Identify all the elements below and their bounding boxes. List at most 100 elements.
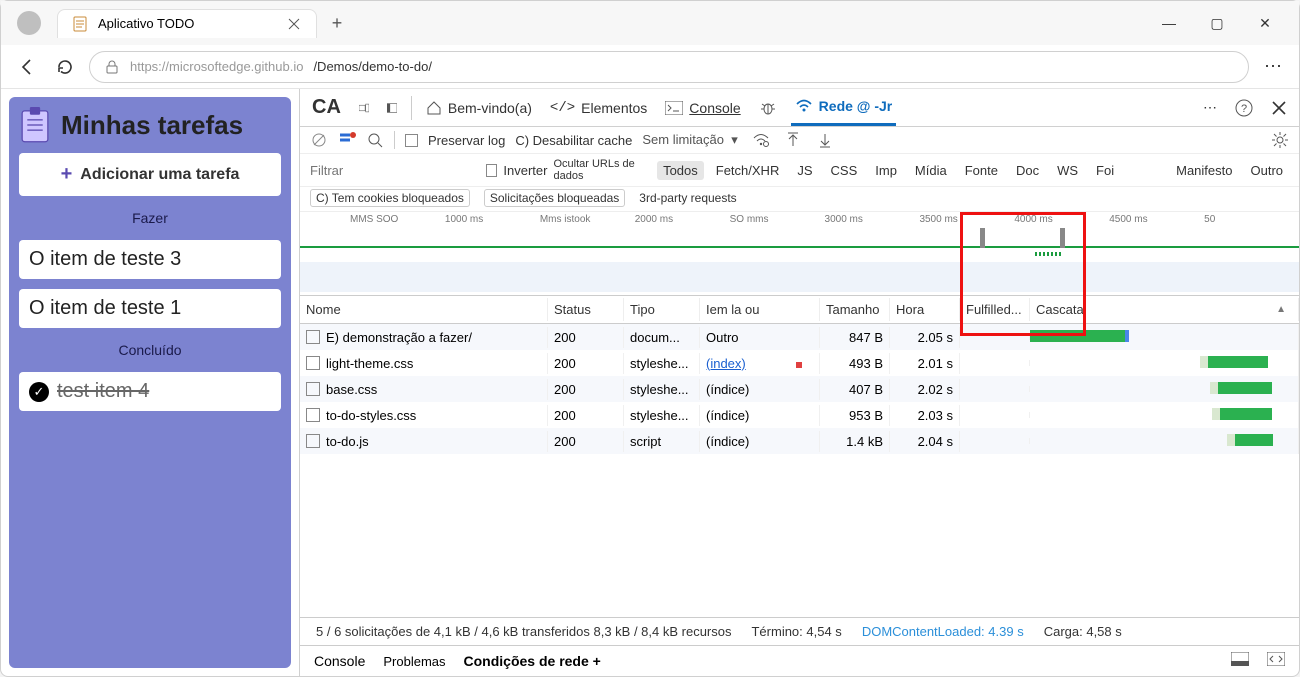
tab-elements[interactable]: </> Elementos	[546, 89, 651, 126]
filter-type-other[interactable]: Outro	[1244, 161, 1289, 180]
status-finish: Término: 4,54 s	[751, 624, 841, 639]
tab-welcome[interactable]: Bem-vindo(a)	[422, 89, 536, 126]
filter-input[interactable]	[310, 161, 480, 180]
table-row[interactable]: to-do-styles.css200styleshe...(índice)95…	[300, 402, 1299, 428]
profile-avatar[interactable]	[17, 11, 41, 35]
add-task-label: Adicionar uma tarefa	[80, 166, 239, 184]
status-dcl: DOMContentLoaded: 4.39 s	[862, 624, 1024, 639]
drawer-dock-icon[interactable]	[1231, 652, 1249, 670]
devtools-panel: CA Bem-vindo(a) </> Elementos Console	[299, 89, 1299, 676]
hide-dataurls-label[interactable]: Ocultar URLs de dados	[553, 158, 651, 182]
status-summary: 5 / 6 solicitações de 4,1 kB / 4,6 kB tr…	[316, 624, 731, 639]
tab-title: Aplicativo TODO	[98, 16, 194, 31]
tab-network[interactable]: Rede @ -Jr	[791, 89, 897, 126]
col-status[interactable]: Status	[548, 298, 624, 321]
devtools-close-button[interactable]	[1267, 89, 1291, 126]
devtools-tabbar: CA Bem-vindo(a) </> Elementos Console	[300, 89, 1299, 127]
status-load: Carga: 4,58 s	[1044, 624, 1122, 639]
network-settings-icon[interactable]	[1271, 131, 1289, 149]
tab-favicon-icon	[72, 16, 88, 32]
filter-type-xhr[interactable]: Fetch/XHR	[710, 161, 786, 180]
col-fulfilled[interactable]: Fulfilled...	[960, 298, 1030, 321]
address-bar: https://microsoftedge.github.io/Demos/de…	[1, 45, 1299, 89]
inspect-mode[interactable]: CA	[308, 89, 345, 126]
drawer-tab-netconditions[interactable]: Condições de rede +	[464, 653, 601, 669]
tab-debugger-icon[interactable]	[755, 89, 781, 126]
url-host: https://microsoftedge.github.io	[130, 59, 303, 74]
network-extra-filterbar: C) Tem cookies bloqueados Solicitações b…	[300, 187, 1299, 212]
lock-icon	[104, 59, 120, 75]
filter-type-media[interactable]: Mídia	[909, 161, 953, 180]
filter-type-doc[interactable]: Doc	[1010, 161, 1045, 180]
search-icon[interactable]	[366, 131, 384, 149]
close-tab-icon[interactable]	[286, 16, 302, 32]
window-close-button[interactable]: ✕	[1251, 15, 1279, 32]
preserve-log-label: Preservar log	[428, 133, 505, 148]
devtools-more-button[interactable]: ⋯	[1199, 89, 1221, 126]
browser-menu-button[interactable]: ⋯	[1259, 56, 1287, 77]
drawer-tab-console[interactable]: Console	[314, 653, 365, 669]
file-icon	[306, 356, 320, 370]
back-button[interactable]	[13, 53, 41, 81]
filter-type-font[interactable]: Fonte	[959, 161, 1004, 180]
col-waterfall[interactable]: Cascata▲	[1030, 298, 1299, 321]
throttle-select[interactable]: Sem limitação ▾	[642, 132, 737, 148]
preserve-log-checkbox[interactable]	[405, 134, 418, 147]
network-overview[interactable]: MMS SOO1000 msMms istook2000 msSO mms300…	[300, 212, 1299, 296]
window-maximize-button[interactable]: ▢	[1203, 15, 1231, 32]
todo-heading: Fazer	[19, 206, 281, 230]
table-row[interactable]: to-do.js200script(índice)1.4 kB2.04 s	[300, 428, 1299, 454]
table-row[interactable]: light-theme.css200styleshe...(index)493 …	[300, 350, 1299, 376]
devtools-drawer: Console Problemas Condições de rede +	[300, 645, 1299, 676]
col-time[interactable]: Hora	[890, 298, 960, 321]
col-size[interactable]: Tamanho	[820, 298, 890, 321]
console-icon	[665, 101, 683, 115]
network-toolbar: Preservar log C) Desabilitar cache Sem l…	[300, 127, 1299, 154]
clear-icon[interactable]	[338, 131, 356, 149]
wifi-icon	[795, 99, 813, 113]
filter-type-css[interactable]: CSS	[825, 161, 864, 180]
clipboard-icon	[19, 107, 51, 143]
add-task-button[interactable]: + Adicionar uma tarefa	[19, 153, 281, 196]
invert-label: Inverter	[503, 163, 547, 178]
download-icon[interactable]	[816, 131, 834, 149]
table-row[interactable]: E) demonstração a fazer/200docum...Outro…	[300, 324, 1299, 350]
refresh-button[interactable]	[51, 53, 79, 81]
col-type[interactable]: Tipo	[624, 298, 700, 321]
device-toolbar-icon[interactable]	[355, 99, 373, 117]
filter-type-js[interactable]: JS	[791, 161, 818, 180]
devtools-help-button[interactable]: ?	[1231, 89, 1257, 126]
disable-cache-label[interactable]: C) Desabilitar cache	[515, 133, 632, 148]
task-item[interactable]: O item de teste 1	[19, 289, 281, 328]
browser-tab[interactable]: Aplicativo TODO	[57, 9, 317, 38]
drawer-tab-problems[interactable]: Problemas	[383, 654, 445, 669]
filter-type-wasm[interactable]: Foi	[1090, 161, 1120, 180]
task-item-done[interactable]: ✓ test item 4	[19, 372, 281, 411]
stop-record-icon[interactable]	[310, 131, 328, 149]
new-tab-button[interactable]: +	[325, 11, 349, 35]
blocked-cookies-toggle[interactable]: C) Tem cookies bloqueados	[310, 189, 470, 207]
url-field[interactable]: https://microsoftedge.github.io/Demos/de…	[89, 51, 1249, 83]
network-table-body: E) demonstração a fazer/200docum...Outro…	[300, 324, 1299, 617]
file-icon	[306, 330, 320, 344]
page-title: Minhas tarefas	[19, 107, 281, 143]
col-name[interactable]: Nome	[300, 298, 548, 321]
col-initiator[interactable]: Iem la ou	[700, 298, 820, 321]
dock-side-icon[interactable]	[383, 99, 401, 117]
filter-type-manifest[interactable]: Manifesto	[1136, 161, 1238, 180]
task-item[interactable]: O item de teste 3	[19, 240, 281, 279]
invert-checkbox[interactable]	[486, 164, 497, 177]
wifi-conditions-icon[interactable]	[752, 131, 770, 149]
filter-type-ws[interactable]: WS	[1051, 161, 1084, 180]
blocked-requests-toggle[interactable]: Solicitações bloqueadas	[484, 189, 625, 207]
window-minimize-button[interactable]: ―	[1155, 15, 1183, 32]
third-party-toggle[interactable]: 3rd-party requests	[639, 191, 736, 205]
tab-console[interactable]: Console	[661, 89, 744, 126]
bug-icon	[759, 99, 777, 117]
home-icon	[426, 100, 442, 116]
filter-type-img[interactable]: Imp	[869, 161, 903, 180]
filter-type-all[interactable]: Todos	[657, 161, 704, 180]
table-row[interactable]: base.css200styleshe...(índice)407 B2.02 …	[300, 376, 1299, 402]
upload-icon[interactable]	[784, 131, 802, 149]
drawer-expand-icon[interactable]	[1267, 652, 1285, 670]
